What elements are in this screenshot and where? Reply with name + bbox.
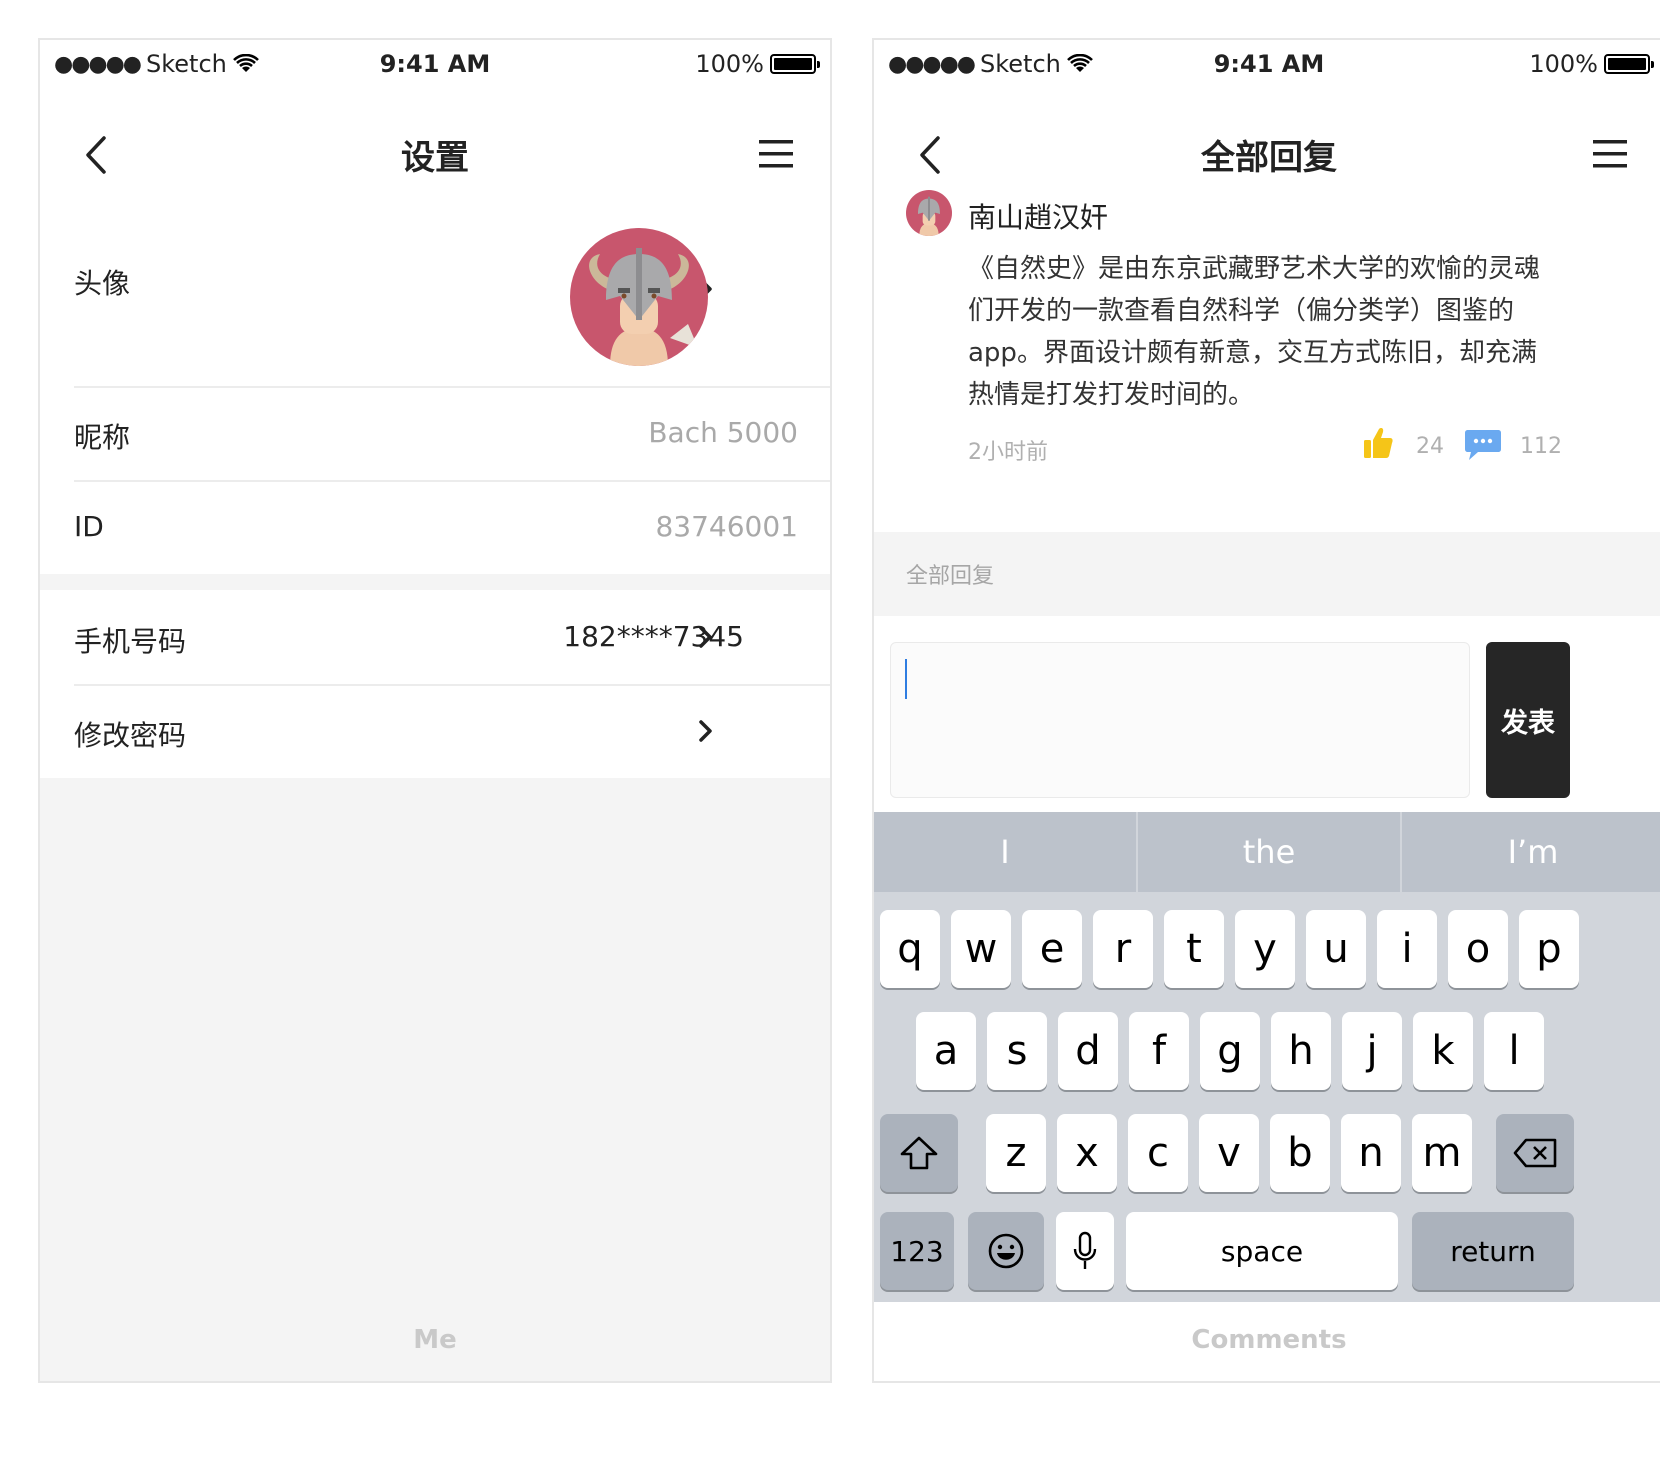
text-cursor	[905, 659, 907, 699]
nickname-row[interactable]: 昵称 Bach 5000	[40, 388, 830, 480]
screen-caption-me: Me	[413, 1325, 457, 1355]
nav-bar: 全部回复	[874, 120, 1660, 190]
likes-count: 24	[1416, 434, 1444, 459]
key-q[interactable]: q	[880, 910, 940, 988]
key-u[interactable]: u	[1306, 910, 1366, 988]
nickname-value: Bach 5000	[648, 416, 798, 449]
change-password-row[interactable]: 修改密码	[40, 686, 830, 778]
comment-time: 2小时前	[968, 440, 1048, 465]
status-bar: ●●●●● Sketch 9:41 AM 100%	[874, 40, 1660, 88]
suggestion-item[interactable]: I’m	[1402, 812, 1660, 892]
viking-avatar-icon	[906, 190, 952, 236]
battery-icon	[770, 54, 820, 74]
avatar[interactable]	[570, 228, 708, 366]
avatar-label: 头像	[74, 267, 131, 300]
section-label: 全部回复	[906, 564, 995, 589]
replies-count: 112	[1520, 434, 1562, 459]
key-c[interactable]: c	[1128, 1114, 1188, 1192]
menu-icon[interactable]	[756, 134, 796, 174]
battery-percent: 100%	[1529, 50, 1598, 78]
viking-avatar-icon	[570, 228, 708, 366]
change-password-label: 修改密码	[74, 719, 187, 752]
menu-icon[interactable]	[1590, 134, 1630, 174]
key-y[interactable]: y	[1235, 910, 1295, 988]
battery-info: 100%	[1529, 50, 1654, 78]
key-v[interactable]: v	[1199, 1114, 1259, 1192]
key-h[interactable]: h	[1271, 1012, 1331, 1090]
phone-row[interactable]: 手机号码 182****7345	[40, 590, 830, 684]
key-o[interactable]: o	[1448, 910, 1508, 988]
delete-key[interactable]	[1496, 1114, 1574, 1192]
nav-bar: 设置	[40, 120, 830, 190]
suggestion-item[interactable]: I	[874, 812, 1138, 892]
page-title: 全部回复	[1201, 138, 1337, 178]
comment-avatar[interactable]	[906, 190, 952, 236]
space-key[interactable]: space	[1126, 1212, 1398, 1290]
numbers-key[interactable]: 123	[880, 1212, 954, 1290]
shift-icon	[900, 1136, 938, 1170]
microphone-icon	[1073, 1231, 1097, 1269]
key-f[interactable]: f	[1129, 1012, 1189, 1090]
section-gap	[40, 574, 830, 590]
phone-value: 182****7345	[563, 620, 744, 653]
empty-area	[40, 778, 830, 1381]
id-label: ID	[74, 510, 104, 543]
comment-bubble-icon[interactable]	[1464, 428, 1502, 462]
suggestion-item[interactable]: the	[1138, 812, 1402, 892]
key-n[interactable]: n	[1341, 1114, 1401, 1192]
key-b[interactable]: b	[1270, 1114, 1330, 1192]
chevron-right-icon	[699, 720, 712, 742]
settings-screen: ●●●●● Sketch 9:41 AM 100% 设置 头像 昵称 Bach …	[38, 38, 832, 1383]
keyboard: I the I’m 123 space return qwertyuiop asd…	[874, 812, 1660, 1302]
status-bar: ●●●●● Sketch 9:41 AM 100%	[40, 40, 830, 88]
shift-key[interactable]	[880, 1114, 958, 1192]
emoji-icon	[988, 1233, 1024, 1269]
suggestion-bar: I the I’m	[874, 812, 1660, 892]
id-value: 83746001	[655, 510, 798, 543]
send-button[interactable]: 发表	[1486, 642, 1570, 798]
key-e[interactable]: e	[1022, 910, 1082, 988]
comment-text: 《自然史》是由东京武藏野艺术大学的欢愉的灵魂们开发的一款查看自然科学（偏分类学）…	[968, 254, 1541, 410]
key-i[interactable]: i	[1377, 910, 1437, 988]
key-t[interactable]: t	[1164, 910, 1224, 988]
key-j[interactable]: j	[1342, 1012, 1402, 1090]
dictation-key[interactable]	[1056, 1212, 1114, 1290]
phone-label: 手机号码	[74, 625, 187, 658]
avatar-row[interactable]: 头像	[40, 190, 830, 386]
battery-info: 100%	[695, 50, 820, 78]
key-a[interactable]: a	[916, 1012, 976, 1090]
key-w[interactable]: w	[951, 910, 1011, 988]
key-k[interactable]: k	[1413, 1012, 1473, 1090]
battery-percent: 100%	[695, 50, 764, 78]
key-l[interactable]: l	[1484, 1012, 1544, 1090]
return-key[interactable]: return	[1412, 1212, 1574, 1290]
battery-icon	[1604, 54, 1654, 74]
key-p[interactable]: p	[1519, 910, 1579, 988]
key-d[interactable]: d	[1058, 1012, 1118, 1090]
thumbs-up-icon[interactable]	[1362, 426, 1394, 460]
section-header: 全部回复	[874, 532, 1660, 616]
id-row: ID 83746001	[40, 482, 830, 574]
key-g[interactable]: g	[1200, 1012, 1260, 1090]
chevron-right-icon	[699, 626, 712, 648]
key-x[interactable]: x	[1057, 1114, 1117, 1192]
key-z[interactable]: z	[986, 1114, 1046, 1192]
backspace-icon	[1513, 1138, 1557, 1168]
emoji-key[interactable]	[968, 1212, 1044, 1290]
reply-input[interactable]	[890, 642, 1470, 798]
key-r[interactable]: r	[1093, 910, 1153, 988]
comments-screen: ●●●●● Sketch 9:41 AM 100% 全部回复 南山趙汉奸 《自然…	[872, 38, 1660, 1383]
screen-caption-comments: Comments	[1191, 1325, 1347, 1355]
nickname-label: 昵称	[74, 421, 131, 454]
comment-author[interactable]: 南山趙汉奸	[968, 196, 1108, 236]
key-s[interactable]: s	[987, 1012, 1047, 1090]
key-m[interactable]: m	[1412, 1114, 1472, 1192]
page-title: 设置	[401, 138, 469, 178]
